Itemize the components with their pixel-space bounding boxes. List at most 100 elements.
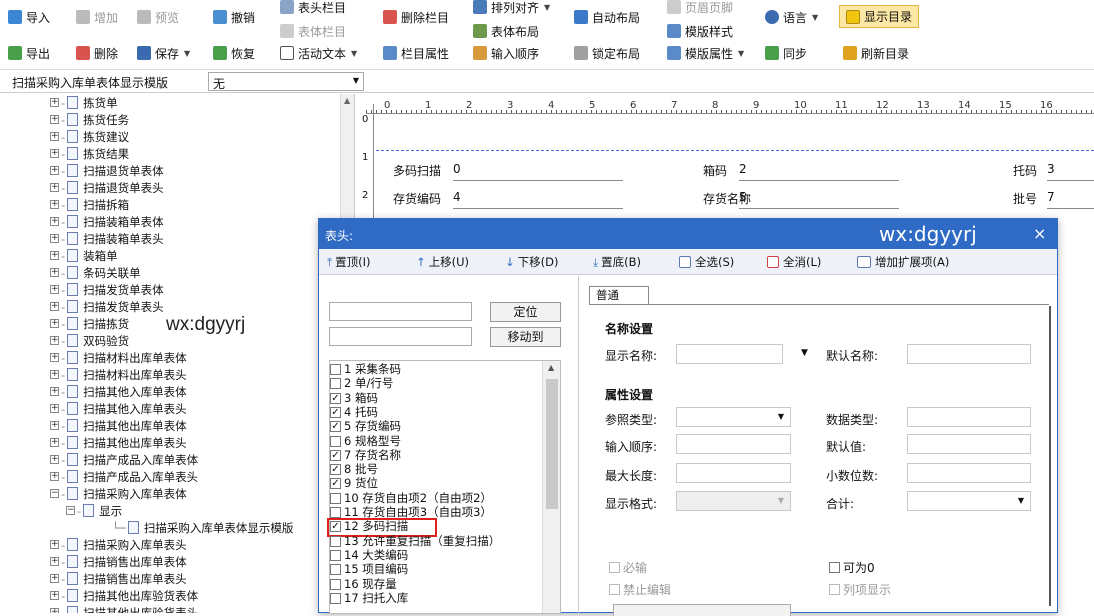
field-list-item[interactable]: ✓ 9 货位 <box>330 477 378 490</box>
decimals-input[interactable] <box>907 463 1031 483</box>
tree-item[interactable]: + - 扫描其他出库单表头 <box>50 434 187 451</box>
lock-layout-button[interactable]: 锁定布局 <box>574 44 640 62</box>
checked-checkbox-icon[interactable]: ✓ <box>330 449 341 461</box>
expand-icon[interactable]: + <box>50 98 59 107</box>
tree-item[interactable]: + - 扫描装箱单表体 <box>50 213 164 230</box>
body-layout-button[interactable]: 表体布局 <box>473 22 539 40</box>
tree-item[interactable]: + - 拣货任务 <box>50 111 129 128</box>
default-value-input[interactable] <box>907 434 1031 454</box>
refresh-directory-button[interactable]: 刷新目录 <box>843 44 909 62</box>
expand-icon[interactable]: + <box>50 268 59 277</box>
field-list-item[interactable]: ✓ 12 多码扫描 <box>330 520 408 533</box>
expand-icon[interactable]: + <box>50 183 59 192</box>
template-property-button[interactable]: 模版属性 ▼ <box>667 44 744 62</box>
expand-icon[interactable]: + <box>50 591 59 600</box>
moveto-button[interactable]: 移动到 <box>490 327 561 347</box>
deselect-all-button[interactable]: 全消(L) <box>767 254 821 270</box>
tree-item[interactable]: + - 双码验货 <box>50 332 129 349</box>
field-list-item[interactable]: 1 采集条码 <box>330 363 401 376</box>
expand-icon[interactable]: + <box>50 115 59 124</box>
active-text-button[interactable]: 活动文本 ▼ <box>280 44 357 62</box>
tab-general[interactable]: 普通 <box>589 286 649 304</box>
expand-icon[interactable]: + <box>50 387 59 396</box>
canvas-field-value[interactable]: 0 <box>453 162 623 181</box>
chevron-down-icon[interactable]: ▼ <box>801 348 808 358</box>
preview-button[interactable]: 预览 <box>137 8 179 26</box>
tree-item[interactable]: + - 扫描拣货 <box>50 315 129 332</box>
expand-icon[interactable]: + <box>50 455 59 464</box>
tree-item[interactable]: + - 扫描采购入库单表头 <box>50 536 187 553</box>
align-button[interactable]: 排列对齐 ▼ <box>473 0 550 16</box>
checked-checkbox-icon[interactable]: ✓ <box>330 521 341 533</box>
expand-icon[interactable]: + <box>50 302 59 311</box>
move-down-button[interactable]: ↓ 下移(D) <box>505 254 558 270</box>
expand-icon[interactable]: + <box>50 251 59 260</box>
field-list-item[interactable]: ✓ 8 批号 <box>330 463 378 476</box>
move-up-button[interactable]: ↑ 上移(U) <box>416 254 469 270</box>
expand-icon[interactable]: + <box>50 234 59 243</box>
expand-icon[interactable]: + <box>50 166 59 175</box>
show-directory-button[interactable]: 显示目录 <box>839 5 920 28</box>
expand-icon[interactable]: + <box>50 132 59 141</box>
expand-icon[interactable]: + <box>50 319 59 328</box>
tree-item[interactable]: + - 条码关联单 <box>50 264 141 281</box>
tree-item[interactable]: + - 拣货结果 <box>50 145 129 162</box>
canvas-field-label[interactable]: 批号 <box>1013 190 1037 207</box>
field-list-item[interactable]: ✓ 5 存货编码 <box>330 420 401 433</box>
move-top-button[interactable]: ⤒ 置顶(I) <box>327 254 370 270</box>
canvas-field-label[interactable]: 托码 <box>1013 162 1037 179</box>
tree-item[interactable]: + - 拣货单 <box>50 94 118 111</box>
auto-layout-button[interactable]: 自动布局 <box>574 8 640 26</box>
import-button[interactable]: 导入 <box>8 8 50 26</box>
expand-icon[interactable]: + <box>50 217 59 226</box>
checkbox-icon[interactable] <box>330 435 341 447</box>
properties-scrollbar[interactable] <box>1049 306 1051 606</box>
input-order-button[interactable]: 输入顺序 <box>473 44 539 62</box>
column-property-button[interactable]: 栏目属性 <box>383 44 449 62</box>
checkbox-icon[interactable] <box>330 492 341 504</box>
checkbox-icon[interactable] <box>330 378 341 390</box>
expand-icon[interactable]: + <box>50 200 59 209</box>
tree-item[interactable]: + - 扫描发货单表头 <box>50 298 164 315</box>
field-list-item[interactable]: 14 大类编码 <box>330 548 408 562</box>
tree-item[interactable]: + - 扫描其他出库验货表体 <box>50 587 198 604</box>
collapse-icon[interactable]: − <box>66 506 75 515</box>
undo-button[interactable]: 撤销 <box>213 8 255 26</box>
field-list-item[interactable]: ✓ 4 托码 <box>330 405 378 419</box>
canvas-field-label[interactable]: 箱码 <box>703 162 727 179</box>
forbid-edit-checkbox[interactable]: 禁止编辑 <box>609 581 671 598</box>
tree-item[interactable]: + - 扫描销售出库单表体 <box>50 553 187 570</box>
canvas-field-value[interactable]: 2 <box>739 162 899 181</box>
nullable-checkbox[interactable]: 可为0 <box>829 559 875 576</box>
canvas-field-label[interactable]: 多码扫描 <box>393 162 441 179</box>
tree-item[interactable]: + - 扫描其他入库单表头 <box>50 400 187 417</box>
expand-icon[interactable]: + <box>50 336 59 345</box>
scroll-thumb[interactable] <box>546 379 558 509</box>
tree-item[interactable]: + - 扫描其他出库验货表头 <box>50 604 198 613</box>
max-length-input[interactable] <box>676 463 791 483</box>
tree-item[interactable]: + - 扫描其他出库单表体 <box>50 417 187 434</box>
checked-checkbox-icon[interactable]: ✓ <box>330 421 341 433</box>
canvas-field-value[interactable]: 7 <box>1047 190 1094 209</box>
checked-checkbox-icon[interactable]: ✓ <box>330 406 341 418</box>
canvas-field-value[interactable]: 4 <box>453 190 623 209</box>
tree-item[interactable]: − - 显示 <box>66 502 122 519</box>
input-order-input[interactable] <box>676 434 791 454</box>
tree-item[interactable]: + - 扫描材料出库单表体 <box>50 349 187 366</box>
checkbox-icon[interactable] <box>330 535 341 547</box>
tree-item[interactable]: + - 扫描发货单表体 <box>50 281 164 298</box>
add-extension-button[interactable]: 增加扩展项(A) <box>857 254 949 270</box>
template-select[interactable]: 无 ▼ <box>208 72 364 91</box>
checkbox-icon[interactable] <box>330 507 341 518</box>
checked-checkbox-icon[interactable]: ✓ <box>330 392 341 404</box>
tree-item[interactable]: + - 扫描退货单表体 <box>50 162 164 179</box>
tree-item[interactable]: + - 扫描产成品入库单表头 <box>50 468 198 485</box>
expand-icon[interactable]: + <box>50 540 59 549</box>
field-list-item[interactable]: 10 存货自由项2（自由项2） <box>330 491 492 505</box>
tree-item[interactable]: + - 装箱单 <box>50 247 118 264</box>
expand-icon[interactable]: + <box>50 285 59 294</box>
tree-item[interactable]: + - 扫描装箱单表头 <box>50 230 164 247</box>
tree-item[interactable]: + - 扫描其他入库单表体 <box>50 383 187 400</box>
expand-icon[interactable]: + <box>50 608 59 613</box>
checkbox-icon[interactable] <box>330 578 341 590</box>
